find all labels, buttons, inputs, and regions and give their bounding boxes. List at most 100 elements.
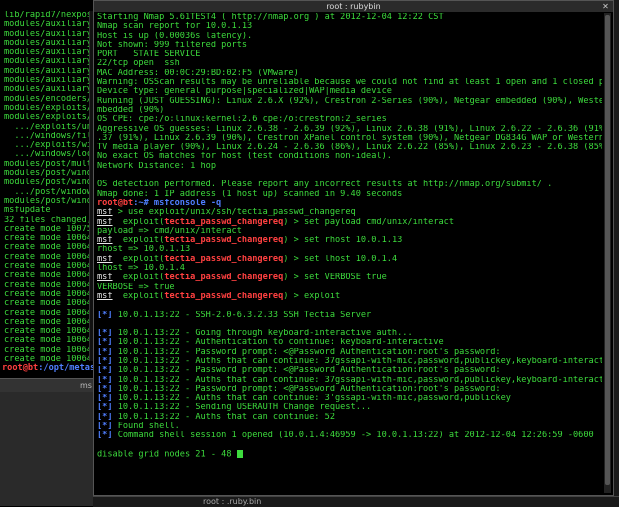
- nmap-output-line: PORT STATE SERVICE: [97, 50, 201, 60]
- nmap-output-line: Aggressive OS guesses: Linux 2.6.38 - 2.…: [97, 124, 602, 134]
- nmap-output-line: No exact OS matches for host (test condi…: [97, 152, 392, 162]
- nmap-output: Starting Nmap 5.61TEST4 ( http://nmap.or…: [97, 13, 602, 199]
- background-window-tab[interactable]: ms: [0, 378, 96, 393]
- background-terminal-line: modules/auxiliary/s: [4, 76, 96, 86]
- auth-message: 10.0.1.13:22 - Authentication to continu…: [112, 338, 444, 348]
- current-input-line[interactable]: disable grid nodes 21 - 48: [97, 449, 602, 459]
- cursor: [236, 449, 243, 458]
- background-terminal-line: modules/post/window: [4, 196, 96, 206]
- background-terminal-line: .../exploits/unix/s: [14, 122, 96, 132]
- main-terminal-window[interactable]: root : rubybin ✕ Starting Nmap 5.61TEST4…: [93, 0, 614, 496]
- background-terminal-line: .../exploits/window: [14, 141, 96, 151]
- auth-message: 10.0.1.13:22 - Sending USERAUTH Change r…: [112, 403, 372, 413]
- background-terminal-prompt: root@bt:/opt/metaspl: [0, 363, 98, 373]
- auth-message: 10.0.1.13:22 - Password prompt: <@Passwo…: [112, 366, 501, 376]
- nmap-output-line: OS CPE: cpe:/o:linux:kernel:2.6 cpe:/o:c…: [97, 115, 387, 125]
- nmap-output-line: [97, 171, 602, 180]
- background-terminal-line: create mode 100644: [4, 280, 96, 290]
- auth-output-line: [*] 10.0.1.13:22 - Going through keyboar…: [97, 329, 602, 338]
- background-terminal[interactable]: lib/rapid7/nexpose. modules/auxiliary/a mo…: [0, 0, 96, 383]
- background-terminal-line: create mode 100644: [4, 262, 96, 272]
- nmap-output-line: Running (JUST GUESSING): Linux 2.6.X (92…: [97, 96, 602, 106]
- bottom-window-bar[interactable]: root : .ruby.bin: [93, 496, 619, 507]
- auth-message: Found shell.: [112, 422, 180, 432]
- background-terminal-line: modules/auxiliary/a: [4, 20, 96, 30]
- background-terminal-line: modules/exploits/un: [4, 113, 96, 123]
- nmap-output-line: Network Distance: 1 hop: [97, 161, 216, 171]
- window-title: root : rubybin: [326, 2, 381, 11]
- set-verbose-line: msf exploit(tectia_passwd_changereq) > s…: [97, 273, 387, 283]
- nmap-output-line: MAC Address: 00:0C:29:BD:02:F5 (VMware): [97, 68, 299, 78]
- background-terminal-line: create mode 100644: [4, 345, 96, 355]
- auth-output-line: [*] 10.0.1.13:22 - Sending USERAUTH Chan…: [97, 403, 602, 412]
- nmap-output-line: OS detection performed. Please report an…: [97, 180, 553, 190]
- rhost-result-line: rhost => 10.0.1.13: [97, 245, 191, 255]
- background-terminal-line: create mode 100644: [4, 308, 96, 318]
- nmap-output-line: Not shown: 999 filtered ports: [97, 40, 248, 50]
- background-terminal-line: create mode 100644: [4, 252, 96, 262]
- auth-message: 10.0.1.13:22 - Auths that can continue: …: [112, 375, 602, 385]
- msfconsole-prompt-line: root@bt:~# msfconsole -q: [97, 198, 222, 208]
- nmap-output-line: TV media player (90%), Linux 2.6.24 - 2.…: [97, 143, 602, 153]
- auth-message: 10.0.1.13:22 - Auths that can continue: …: [112, 394, 511, 404]
- window-title-bar[interactable]: root : rubybin ✕: [94, 1, 613, 12]
- auth-message: 10.0.1.13:22 - Auths that can continue: …: [112, 356, 602, 366]
- auth-message: 10.0.1.13:22 - Password prompt: <@Passwo…: [112, 384, 501, 394]
- status-star: [*]: [97, 431, 113, 441]
- auth-message: 10.0.1.13:22 - Going through keyboard-in…: [112, 329, 413, 339]
- nmap-output-line: Host is up (0.00036s latency).: [97, 31, 253, 41]
- background-terminal-line: modules/encoders/x8: [4, 94, 96, 104]
- use-command-line: msf > use exploit/unix/ssh/tectia_passwd…: [97, 208, 356, 218]
- background-terminal-line: .../windows/local/a: [14, 150, 96, 160]
- background-terminal-line: modules/auxiliary/s: [4, 57, 96, 67]
- payload-result-line: payload => cmd/unix/interact: [97, 226, 242, 236]
- background-terminal-line: create mode 100644: [4, 271, 96, 281]
- nmap-output-line: mbedded (90%): [97, 105, 165, 115]
- status-star: [*]: [97, 356, 113, 366]
- background-terminal-line: create mode 100644: [4, 289, 96, 299]
- terminal-output[interactable]: Starting Nmap 5.61TEST4 ( http://nmap.or…: [97, 13, 602, 493]
- nmap-output-line: Nmap scan report for 10.0.1.13: [97, 22, 253, 32]
- nmap-output-line: Warning: OSScan results may be unreliabl…: [97, 78, 602, 88]
- background-terminal-line: .../post/windows/ma: [14, 187, 96, 197]
- auth-output-line: [*] 10.0.1.13:22 - Auths that can contin…: [97, 394, 602, 403]
- nmap-output-line: Nmap done: 1 IP address (1 host up) scan…: [97, 189, 403, 199]
- background-terminal-line: lib/rapid7/nexpose.: [4, 11, 96, 20]
- auth-output-line: [*] 10.0.1.13:22 - Auths that can contin…: [97, 376, 602, 385]
- background-terminal-line: msfupdate: [4, 206, 51, 216]
- lhost-result-line: lhost => 10.0.1.4: [97, 264, 185, 274]
- auth-output-line: [*] 10.0.1.13:22 - Auths that can contin…: [97, 357, 602, 366]
- status-star: [*]: [97, 347, 113, 357]
- nmap-output-line: 22/tcp open ssh: [97, 59, 180, 69]
- status-star: [*]: [97, 329, 113, 339]
- background-terminal-line: modules/auxiliary/s: [4, 66, 96, 76]
- scrollbar-thumb[interactable]: [605, 15, 610, 485]
- auth-message: 10.0.1.13:22 - Auths that can continue: …: [112, 412, 336, 422]
- background-terminal-line: create mode 100644: [4, 299, 96, 309]
- auth-output-line: [*] 10.0.1.13:22 - Password prompt: <@Pa…: [97, 348, 602, 357]
- auth-output-line: [*] 10.0.1.13:22 - Authentication to con…: [97, 338, 602, 347]
- background-terminal-line: modules/post/window: [4, 169, 96, 179]
- background-terminal-line: modules/auxiliary/s: [4, 48, 96, 58]
- terminal-scrollbar[interactable]: [604, 13, 611, 493]
- nmap-output-line: .37 (91%), Linux 2.6.39 (90%), Crestron …: [97, 133, 602, 143]
- background-terminal-line: 32 files changed, 1: [4, 215, 96, 225]
- set-payload-line: msf exploit(tectia_passwd_changereq) > s…: [97, 217, 455, 227]
- set-lhost-line: msf exploit(tectia_passwd_changereq) > s…: [97, 254, 398, 264]
- background-window-tab-label: ms: [80, 381, 92, 390]
- close-icon[interactable]: ✕: [601, 2, 610, 11]
- background-terminal-line: modules/post/multi/: [4, 159, 96, 169]
- background-terminal-line: .../windows/filefor: [14, 131, 96, 141]
- background-terminal-line: modules/post/window: [4, 178, 96, 188]
- verbose-result-line: VERBOSE => true: [97, 282, 175, 292]
- status-star: [*]: [97, 375, 113, 385]
- nmap-output-line: Device type: general purpose|specialized…: [97, 87, 392, 97]
- auth-output: [*] 10.0.1.13:22 - Going through keyboar…: [97, 329, 602, 441]
- background-terminal-line: modules/auxiliary/a: [4, 38, 96, 48]
- nmap-output-line: Starting Nmap 5.61TEST4 ( http://nmap.or…: [97, 13, 444, 22]
- auth-output-line: [*] 10.0.1.13:22 - Password prompt: <@Pa…: [97, 385, 602, 394]
- auth-output-line: [*] Found shell.: [97, 422, 602, 431]
- status-star: [*]: [97, 403, 113, 413]
- prompt-user: root@bt: [2, 363, 39, 373]
- exploit-command-line: msf exploit(tectia_passwd_changereq) > e…: [97, 291, 341, 301]
